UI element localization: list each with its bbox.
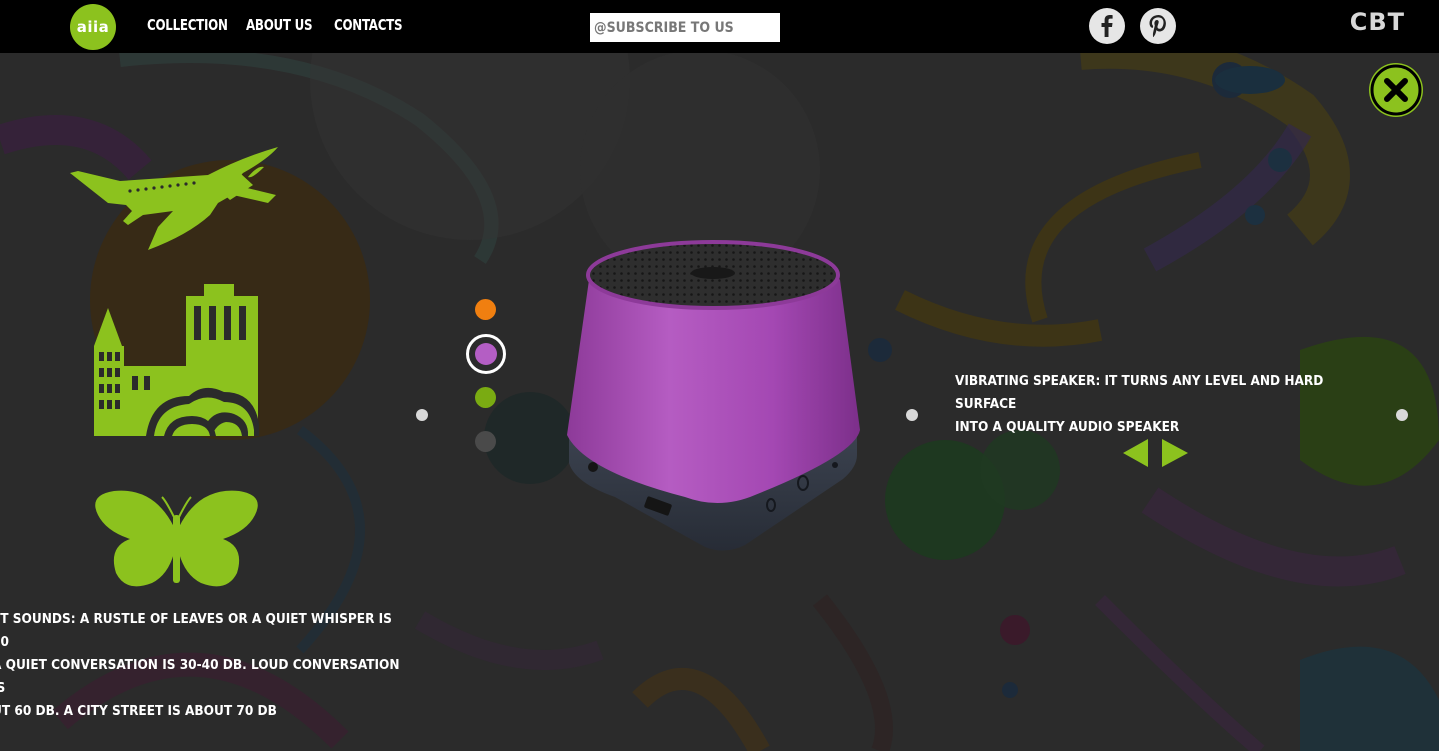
subscribe-input[interactable]	[590, 13, 780, 42]
close-button[interactable]	[1369, 63, 1423, 117]
facebook-icon	[1101, 15, 1113, 37]
brand-logo[interactable]: CBT	[1350, 8, 1405, 36]
next-arrow-icon[interactable]	[1161, 438, 1189, 468]
product-description-line-1: VIBRATING SPEAKER: IT TURNS ANY LEVEL AN…	[955, 373, 1324, 412]
butterfly-icon	[95, 490, 258, 587]
color-swatch-purple-selected[interactable]	[466, 334, 506, 374]
sound-levels-line-1: ET SOUNDS: A RUSTLE OF LEAVES OR A QUIET…	[0, 611, 392, 650]
city-buildings-icon	[94, 284, 259, 436]
aiia-logo[interactable]: aiia	[70, 4, 116, 50]
nav-contacts-link[interactable]: CONTACTS	[334, 16, 403, 34]
sound-levels-line-3: UT 60 DB. A CITY STREET IS ABOUT 70 DB	[0, 703, 277, 719]
close-icon	[1370, 64, 1422, 116]
color-swatch-grey[interactable]	[475, 431, 496, 452]
pinterest-icon	[1149, 15, 1166, 38]
pinterest-button[interactable]	[1140, 8, 1176, 44]
facebook-button[interactable]	[1089, 8, 1125, 44]
color-swatch-purple-fill	[475, 343, 497, 365]
carousel-dot-left[interactable]	[416, 409, 428, 421]
previous-arrow-icon[interactable]	[1122, 438, 1150, 468]
nav-about-us-link[interactable]: ABOUT US	[246, 16, 313, 34]
color-swatch-green[interactable]	[475, 387, 496, 408]
speaker-product-image	[567, 240, 860, 551]
sound-levels-text: ET SOUNDS: A RUSTLE OF LEAVES OR A QUIET…	[0, 608, 402, 723]
sound-levels-line-2: A QUIET CONVERSATION IS 30-40 DB. LOUD C…	[0, 657, 400, 696]
nav-collection-link[interactable]: COLLECTION	[147, 16, 228, 34]
airplane-icon	[70, 147, 278, 250]
carousel-dot-center[interactable]	[906, 409, 918, 421]
top-navigation-bar: aiia COLLECTION ABOUT US CONTACTS CBT	[0, 0, 1439, 53]
logo-text: aiia	[76, 18, 110, 36]
product-description-line-2: INTO A QUALITY AUDIO SPEAKER	[955, 419, 1180, 435]
carousel-dot-right[interactable]	[1396, 409, 1408, 421]
product-description: VIBRATING SPEAKER: IT TURNS ANY LEVEL AN…	[955, 370, 1375, 439]
color-swatch-orange[interactable]	[475, 299, 496, 320]
